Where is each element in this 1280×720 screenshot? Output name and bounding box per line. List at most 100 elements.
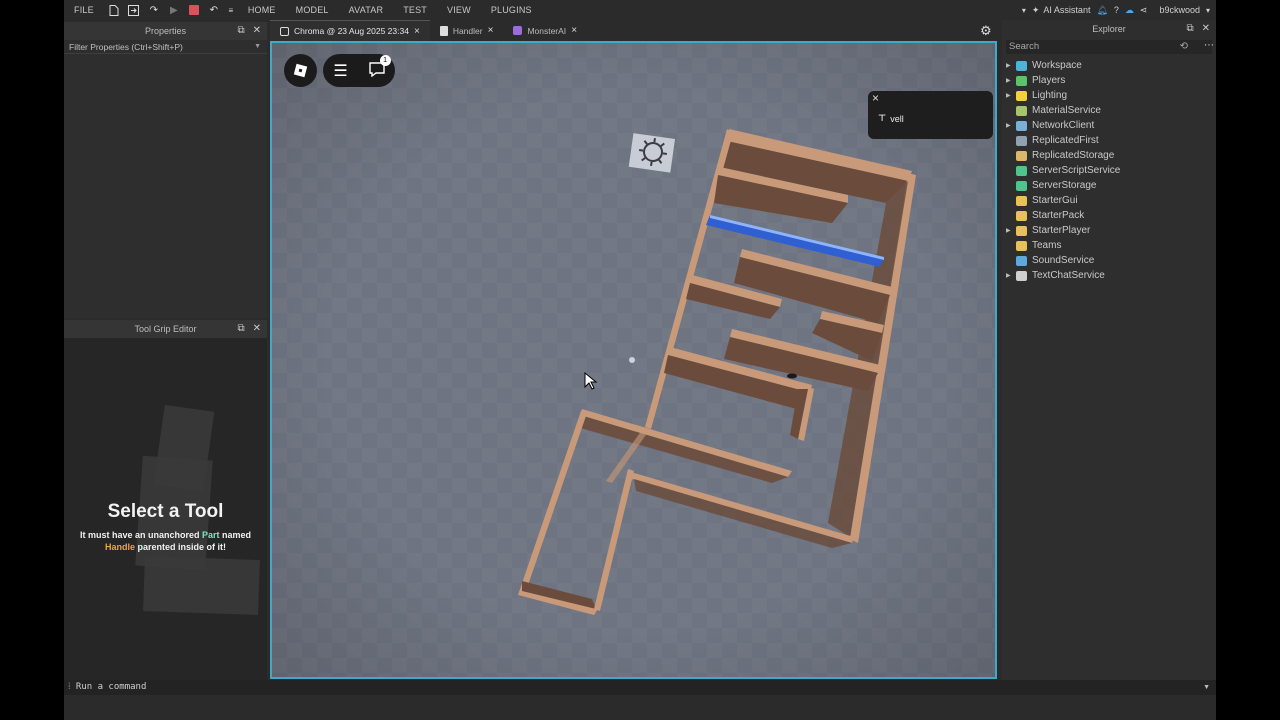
explorer-search-input[interactable]: Search ⟲ ⋯ bbox=[1006, 39, 1214, 54]
explorer-item-replicatedstorage[interactable]: ReplicatedStorage bbox=[1002, 148, 1216, 163]
close-tab-icon[interactable]: × bbox=[488, 25, 494, 36]
filter-properties-input[interactable]: Filter Properties (Ctrl+Shift+P) ▼ bbox=[64, 40, 267, 54]
expand-arrow-icon[interactable]: ▶ bbox=[1006, 272, 1016, 279]
explorer-item-label: ServerScriptService bbox=[1032, 165, 1121, 176]
ai-assistant-label: AI Assistant bbox=[1043, 5, 1091, 15]
command-bar-input[interactable]: ⁞ Run a command ▼ bbox=[64, 680, 1216, 695]
open-file-icon[interactable] bbox=[128, 4, 140, 16]
close-icon[interactable]: ✕ bbox=[1202, 20, 1210, 38]
explorer-item-players[interactable]: ▶ Players bbox=[1002, 73, 1216, 88]
menu-home[interactable]: HOME bbox=[248, 5, 276, 15]
explorer-item-soundservice[interactable]: SoundService bbox=[1002, 253, 1216, 268]
explorer-item-starterpack[interactable]: StarterPack bbox=[1002, 208, 1216, 223]
explorer-panel: Explorer ⧉ ✕ Search ⟲ ⋯ ▶ Workspace ▶ Playe… bbox=[1002, 20, 1216, 680]
play-icon[interactable]: ▶ bbox=[168, 4, 180, 16]
tab-handler[interactable]: Handler × bbox=[430, 20, 504, 41]
small-part[interactable] bbox=[629, 357, 635, 363]
menu-plugins[interactable]: PLUGINS bbox=[491, 5, 532, 15]
explorer-tree: ▶ Workspace ▶ Players ▶ Lighting MaterialServi… bbox=[1002, 58, 1216, 283]
history-icon[interactable]: ⟲ bbox=[1180, 40, 1188, 54]
menu-file[interactable]: FILE bbox=[74, 5, 94, 15]
lightbulb-icon bbox=[1016, 90, 1027, 101]
close-tab-icon[interactable]: × bbox=[571, 25, 577, 36]
expand-arrow-icon[interactable]: ▶ bbox=[1006, 227, 1016, 234]
username-label[interactable]: b9ckwood bbox=[1159, 5, 1200, 15]
tab-chroma[interactable]: Chroma @ 23 Aug 2025 23:34 × bbox=[270, 20, 430, 41]
expand-arrow-icon[interactable]: ▶ bbox=[1006, 77, 1016, 84]
explorer-item-label: StarterPack bbox=[1032, 210, 1085, 221]
chat-icon[interactable]: 1 bbox=[368, 54, 391, 80]
right-letterbox bbox=[1216, 0, 1280, 720]
explorer-item-startergui[interactable]: StarterGui bbox=[1002, 193, 1216, 208]
left-letterbox bbox=[0, 0, 64, 720]
3d-viewport[interactable]: ☰ 1 × ⊤ vell bbox=[270, 41, 997, 679]
tool-entry[interactable]: ⊤ vell bbox=[878, 113, 904, 124]
material-icon bbox=[1016, 105, 1027, 116]
chevron-down-icon[interactable]: ▼ bbox=[254, 40, 261, 54]
undock-icon[interactable]: ⧉ bbox=[1186, 20, 1193, 38]
expand-arrow-icon[interactable]: ▶ bbox=[1006, 122, 1016, 129]
explorer-item-serverstorage[interactable]: ServerStorage bbox=[1002, 178, 1216, 193]
undo-icon[interactable]: ↶ bbox=[208, 4, 220, 16]
command-placeholder: Run a command bbox=[75, 682, 147, 692]
tab-monsterai[interactable]: MonsterAI × bbox=[503, 20, 587, 41]
instruction-text: parented inside of it! bbox=[135, 542, 227, 552]
close-icon[interactable]: ✕ bbox=[253, 320, 261, 338]
explorer-item-label: NetworkClient bbox=[1032, 120, 1095, 131]
explorer-item-starterplayer[interactable]: ▶ StarterPlayer bbox=[1002, 223, 1216, 238]
status-bar bbox=[64, 695, 1216, 720]
explorer-item-replicatedfirst[interactable]: ReplicatedFirst bbox=[1002, 133, 1216, 148]
more-options-icon[interactable]: ≡ bbox=[228, 4, 234, 16]
share-icon[interactable]: ⋖ bbox=[1140, 5, 1148, 16]
monster-model[interactable] bbox=[787, 373, 797, 379]
explorer-title: Explorer bbox=[1092, 24, 1126, 34]
explorer-item-materialservice[interactable]: MaterialService bbox=[1002, 103, 1216, 118]
notification-bell-icon[interactable]: 🔔︎ bbox=[1096, 5, 1107, 16]
help-icon[interactable]: ? bbox=[1114, 5, 1119, 15]
hammer-icon: ⊤ bbox=[878, 113, 887, 123]
viewport-settings-gear-icon[interactable]: ⚙ bbox=[980, 23, 992, 39]
more-options-icon[interactable]: ⋯ bbox=[1204, 39, 1214, 53]
menu-test[interactable]: TEST bbox=[403, 5, 427, 15]
server-storage-icon bbox=[1016, 180, 1027, 191]
properties-title: Properties bbox=[144, 26, 187, 36]
cloud-icon[interactable]: ☁ bbox=[1125, 5, 1134, 16]
properties-header: Properties ⧉ ✕ bbox=[64, 22, 267, 40]
undock-icon[interactable]: ⧉ bbox=[237, 320, 244, 338]
expand-arrow-icon[interactable]: ▶ bbox=[1006, 62, 1016, 69]
chevron-down-icon[interactable]: ▼ bbox=[1203, 680, 1210, 695]
document-tabs: Chroma @ 23 Aug 2025 23:34 × Handler × M… bbox=[270, 20, 1000, 41]
top-menu-bar: FILE ↷ ▶ ↶ ≡ HOME MODEL AVATAR TEST VIEW… bbox=[64, 0, 1216, 20]
close-icon[interactable]: × bbox=[872, 91, 879, 105]
text-chat-icon bbox=[1016, 270, 1027, 281]
explorer-item-lighting[interactable]: ▶ Lighting bbox=[1002, 88, 1216, 103]
explorer-item-workspace[interactable]: ▶ Workspace bbox=[1002, 58, 1216, 73]
roblox-menu-button[interactable] bbox=[284, 54, 317, 87]
instruction-text: It must have an unanchored bbox=[79, 530, 202, 540]
explorer-item-textchatservice[interactable]: ▶ TextChatService bbox=[1002, 268, 1216, 283]
close-tab-icon[interactable]: × bbox=[414, 26, 420, 37]
user-menu-chevron-icon[interactable]: ▾ bbox=[1206, 6, 1210, 15]
explorer-item-teams[interactable]: Teams bbox=[1002, 238, 1216, 253]
spawn-location-decal[interactable] bbox=[628, 133, 676, 173]
menu-model[interactable]: MODEL bbox=[296, 5, 329, 15]
explorer-item-label: ServerStorage bbox=[1032, 180, 1097, 191]
explorer-item-label: Players bbox=[1032, 75, 1066, 86]
menu-avatar[interactable]: AVATAR bbox=[349, 5, 384, 15]
expand-arrow-icon[interactable]: ▶ bbox=[1006, 92, 1016, 99]
chevron-down-icon[interactable]: ▾ bbox=[1022, 6, 1026, 15]
network-icon bbox=[1016, 120, 1027, 131]
place-icon bbox=[280, 26, 289, 36]
explorer-header: Explorer ⧉ ✕ bbox=[1002, 20, 1216, 38]
new-file-icon[interactable] bbox=[108, 4, 120, 16]
menu-chat-pill: ☰ 1 bbox=[323, 54, 395, 87]
menu-view[interactable]: VIEW bbox=[447, 5, 471, 15]
stop-icon[interactable] bbox=[188, 4, 200, 16]
explorer-item-serverscriptservice[interactable]: ServerScriptService bbox=[1002, 163, 1216, 178]
ai-assistant-button[interactable]: ✦ AI Assistant bbox=[1032, 5, 1091, 16]
hamburger-menu-icon[interactable]: ☰ bbox=[333, 61, 347, 81]
redo-icon[interactable]: ↷ bbox=[148, 4, 160, 16]
close-icon[interactable]: ✕ bbox=[253, 22, 261, 40]
explorer-item-networkclient[interactable]: ▶ NetworkClient bbox=[1002, 118, 1216, 133]
undock-icon[interactable]: ⧉ bbox=[237, 22, 244, 40]
